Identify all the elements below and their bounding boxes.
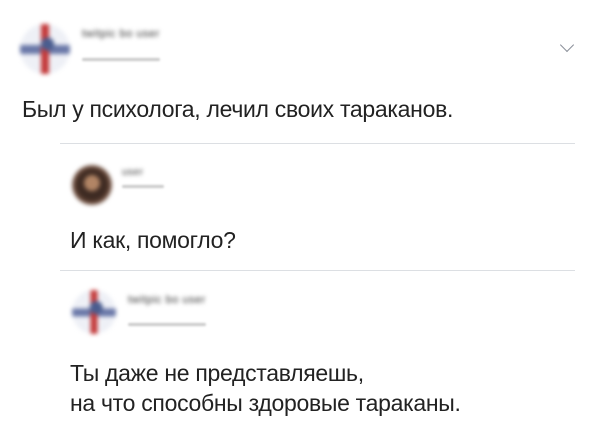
reply-author-name-2[interactable]: twitpic bo user xyxy=(128,294,206,306)
author-handle xyxy=(82,58,160,61)
chevron-down-icon[interactable] xyxy=(559,37,575,53)
author-avatar[interactable] xyxy=(20,24,70,74)
reply-text-2: Ты даже не представляешь, на что способн… xyxy=(70,360,461,416)
author-name[interactable]: twitpic bo user xyxy=(82,28,160,40)
reply-author-handle xyxy=(122,185,164,188)
reply-text: И как, помогло? xyxy=(70,227,236,253)
reply-avatar-2[interactable] xyxy=(72,290,116,334)
tweet-reply-2: twitpic bo user Ты даже не представляешь… xyxy=(0,272,600,435)
divider xyxy=(60,270,575,271)
tweet-reply: user И как, помогло? xyxy=(0,145,600,270)
tweet-original: twitpic bo user Был у психолога, лечил с… xyxy=(0,0,600,145)
reply-author-handle-2 xyxy=(128,323,206,326)
reply-avatar[interactable] xyxy=(72,165,112,205)
tweet-text: Был у психолога, лечил своих тараканов. xyxy=(22,96,454,122)
divider xyxy=(60,143,575,144)
reply-author-name[interactable]: user xyxy=(122,167,143,178)
